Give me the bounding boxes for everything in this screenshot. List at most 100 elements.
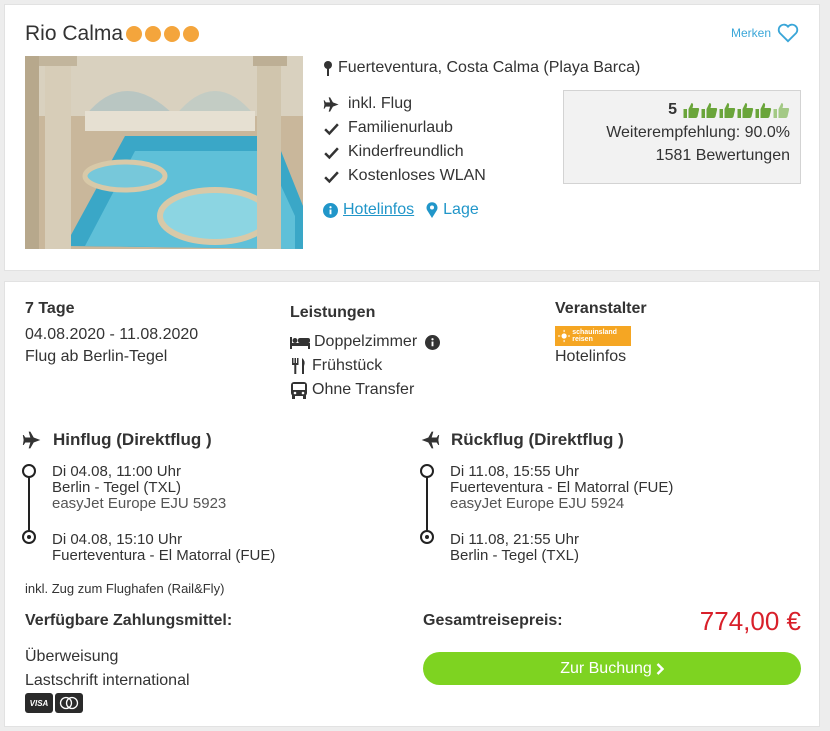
lage-link[interactable]: Lage bbox=[426, 201, 479, 219]
inbound-arr-time: Di 11.08, 21:55 Uhr bbox=[450, 531, 579, 548]
service-board: Frühstück bbox=[290, 354, 440, 378]
recommendation-text: Weiterempfehlung: 90.0% bbox=[606, 124, 790, 141]
timeline-line bbox=[426, 472, 428, 532]
inbound-arrival: Di 11.08, 21:55 Uhr Berlin - Tegel (TXL) bbox=[450, 532, 579, 564]
total-price: 774,00 € bbox=[699, 606, 801, 636]
inbound-carrier: easyJet Europe EJU 5924 bbox=[450, 495, 625, 512]
hotel-location: Fuerteventura, Costa Calma (Playa Barca) bbox=[323, 59, 640, 77]
pin-icon bbox=[324, 61, 332, 76]
payment-method: Lastschrift international bbox=[25, 672, 190, 689]
rating-box[interactable]: 5 Weiterempfehlung: 90.0% 1581 Bewertung… bbox=[563, 90, 801, 184]
timeline-line bbox=[28, 472, 30, 532]
operator-logo-text: schauinsland reisen bbox=[572, 329, 617, 343]
operator-logo: schauinsland reisen bbox=[555, 326, 631, 346]
feature-item: Kostenloses WLAN bbox=[323, 164, 486, 188]
outbound-dep-airport: Berlin - Tegel (TXL) bbox=[52, 479, 181, 496]
inbound-title: Rückflug (Direktflug ) bbox=[451, 430, 624, 449]
rating-score-row: 5 bbox=[564, 101, 790, 119]
rail-and-fly-note: inkl. Zug zum Flughafen (Rail&Fly) bbox=[25, 581, 225, 596]
timeline-start-dot bbox=[420, 464, 434, 478]
outbound-arr-time: Di 04.08, 15:10 Uhr bbox=[52, 531, 183, 548]
rating-score: 5 bbox=[668, 101, 677, 118]
star-icon bbox=[145, 26, 161, 42]
thumbs-up-icon bbox=[719, 103, 736, 118]
offer-card: 7 Tage 04.08.2020 - 11.08.2020 Flug ab B… bbox=[4, 281, 820, 727]
inbound-departure: Di 11.08, 15:55 Uhr Fuerteventura - El M… bbox=[450, 464, 673, 512]
plane-icon bbox=[22, 431, 41, 449]
inbound-timeline bbox=[419, 462, 435, 544]
check-icon bbox=[324, 170, 339, 183]
star-icon bbox=[183, 26, 199, 42]
travel-info: 7 Tage 04.08.2020 - 11.08.2020 Flug ab B… bbox=[25, 300, 198, 366]
outbound-title: Hinflug (Direktflug ) bbox=[53, 430, 212, 449]
booking-button[interactable]: Zur Buchung bbox=[423, 652, 801, 685]
inbound-dep-airport: Fuerteventura - El Matorral (FUE) bbox=[450, 479, 674, 496]
feature-label: Kostenloses WLAN bbox=[348, 167, 486, 184]
feature-item: Familienurlaub bbox=[323, 116, 486, 140]
payment-title: Verfügbare Zahlungsmittel: bbox=[25, 612, 233, 629]
bus-icon bbox=[291, 381, 307, 399]
check-icon bbox=[324, 146, 339, 159]
inbound-dep-time: Di 11.08, 15:55 Uhr bbox=[450, 463, 579, 480]
hotel-category-stars bbox=[126, 26, 199, 42]
location-text: Fuerteventura, Costa Calma (Playa Barca) bbox=[338, 59, 641, 76]
thumbs-up-icon bbox=[701, 103, 718, 118]
card-logos: VISA bbox=[25, 693, 83, 713]
outbound-dep-time: Di 04.08, 11:00 Uhr bbox=[52, 463, 181, 480]
feature-label: Familienurlaub bbox=[348, 119, 453, 136]
operator-hotelinfos-link[interactable]: Hotelinfos bbox=[555, 348, 647, 366]
lage-label: Lage bbox=[443, 201, 479, 218]
plane-return-icon bbox=[421, 431, 440, 449]
timeline-end-dot bbox=[22, 530, 36, 544]
service-room: Doppelzimmer bbox=[290, 330, 441, 354]
rating-thumbs bbox=[683, 102, 790, 118]
hotelinfos-label: Hotelinfos bbox=[343, 201, 415, 218]
heart-icon bbox=[777, 23, 799, 43]
outbound-arrival: Di 04.08, 15:10 Uhr Fuerteventura - El M… bbox=[52, 532, 275, 564]
hotel-name[interactable]: Rio Calma bbox=[25, 22, 123, 46]
operator: Veranstalter schauinsland reisen Hotelin… bbox=[555, 300, 647, 366]
departure-airport: Flug ab Berlin-Tegel bbox=[25, 348, 168, 365]
sun-icon bbox=[558, 329, 571, 343]
cutlery-icon bbox=[292, 358, 305, 374]
feature-label: inkl. Flug bbox=[348, 95, 413, 112]
feature-item: inkl. Flug bbox=[323, 92, 486, 116]
operator-title: Veranstalter bbox=[555, 300, 647, 317]
payment-method: Überweisung bbox=[25, 648, 119, 665]
outbound-departure: Di 04.08, 11:00 Uhr Berlin - Tegel (TXL)… bbox=[52, 464, 226, 512]
service-transfer: Ohne Transfer bbox=[290, 378, 440, 402]
star-icon bbox=[126, 26, 142, 42]
inbound-arr-airport: Berlin - Tegel (TXL) bbox=[450, 547, 579, 564]
feature-label: Kinderfreundlich bbox=[348, 143, 464, 160]
services-title: Leistungen bbox=[290, 304, 376, 321]
services: Leistungen Doppelzimmer Frühstück Ohne T… bbox=[290, 304, 441, 402]
duration: 7 Tage bbox=[25, 300, 75, 317]
outbound-carrier: easyJet Europe EJU 5923 bbox=[52, 495, 227, 512]
outbound-header: Hinflug (Direktflug ) bbox=[21, 430, 212, 450]
mastercard-icon bbox=[55, 693, 83, 713]
merken-button[interactable]: Merken bbox=[731, 23, 799, 43]
feature-list: inkl. Flug Familienurlaub Kinderfreundli… bbox=[323, 92, 486, 188]
hotel-card: Rio Calma Merken Fuerteventura, Costa Ca… bbox=[4, 4, 820, 271]
outbound-timeline bbox=[21, 462, 37, 544]
thumbs-up-icon bbox=[737, 103, 754, 118]
merken-label: Merken bbox=[730, 26, 771, 40]
bed-icon bbox=[290, 337, 310, 349]
info-icon[interactable] bbox=[425, 334, 441, 350]
check-icon bbox=[324, 122, 339, 135]
service-label: Ohne Transfer bbox=[312, 381, 415, 398]
plane-icon bbox=[323, 96, 339, 112]
thumbs-up-icon bbox=[755, 103, 772, 118]
inbound-header: Rückflug (Direktflug ) bbox=[419, 430, 624, 450]
feature-item: Kinderfreundlich bbox=[323, 140, 486, 164]
timeline-end-dot bbox=[420, 530, 434, 544]
total-label: Gesamtreisepreis: bbox=[423, 612, 563, 629]
service-label: Doppelzimmer bbox=[314, 333, 418, 350]
hotel-photo[interactable] bbox=[25, 56, 303, 249]
hotelinfos-link[interactable]: Hotelinfos bbox=[323, 201, 414, 219]
star-icon bbox=[164, 26, 180, 42]
service-label: Frühstück bbox=[312, 357, 383, 374]
booking-label: Zur Buchung bbox=[560, 659, 652, 677]
info-icon bbox=[323, 202, 338, 218]
payment-methods: Überweisung Lastschrift international bbox=[25, 645, 190, 693]
